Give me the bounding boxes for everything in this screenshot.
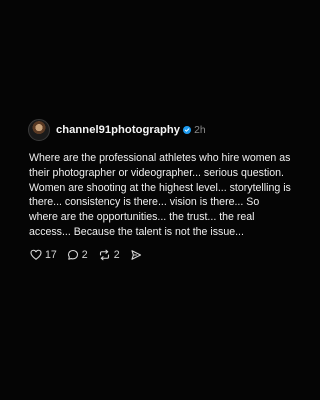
repost-icon xyxy=(99,249,109,261)
username[interactable]: channel91photography xyxy=(56,124,180,136)
post-actions: 17 2 2 xyxy=(30,248,292,262)
like-count: 17 xyxy=(45,248,57,261)
verified-badge-icon xyxy=(183,126,192,134)
post-header: channel91photography 2h xyxy=(28,119,292,141)
avatar[interactable] xyxy=(28,119,50,141)
post-text: Where are the professional athletes who … xyxy=(29,152,291,238)
send-icon xyxy=(131,249,141,260)
reply-button[interactable]: 2 xyxy=(67,249,88,261)
reply-count: 2 xyxy=(81,248,88,261)
repost-count: 2 xyxy=(113,248,120,261)
comment-icon xyxy=(67,249,78,260)
heart-icon xyxy=(30,249,42,261)
post-card: channel91photography 2h Where are the pr… xyxy=(28,119,292,262)
post-timestamp: 2h xyxy=(194,124,206,136)
like-button[interactable]: 17 xyxy=(30,249,57,261)
share-button[interactable] xyxy=(130,249,142,261)
repost-button[interactable]: 2 xyxy=(98,249,120,261)
